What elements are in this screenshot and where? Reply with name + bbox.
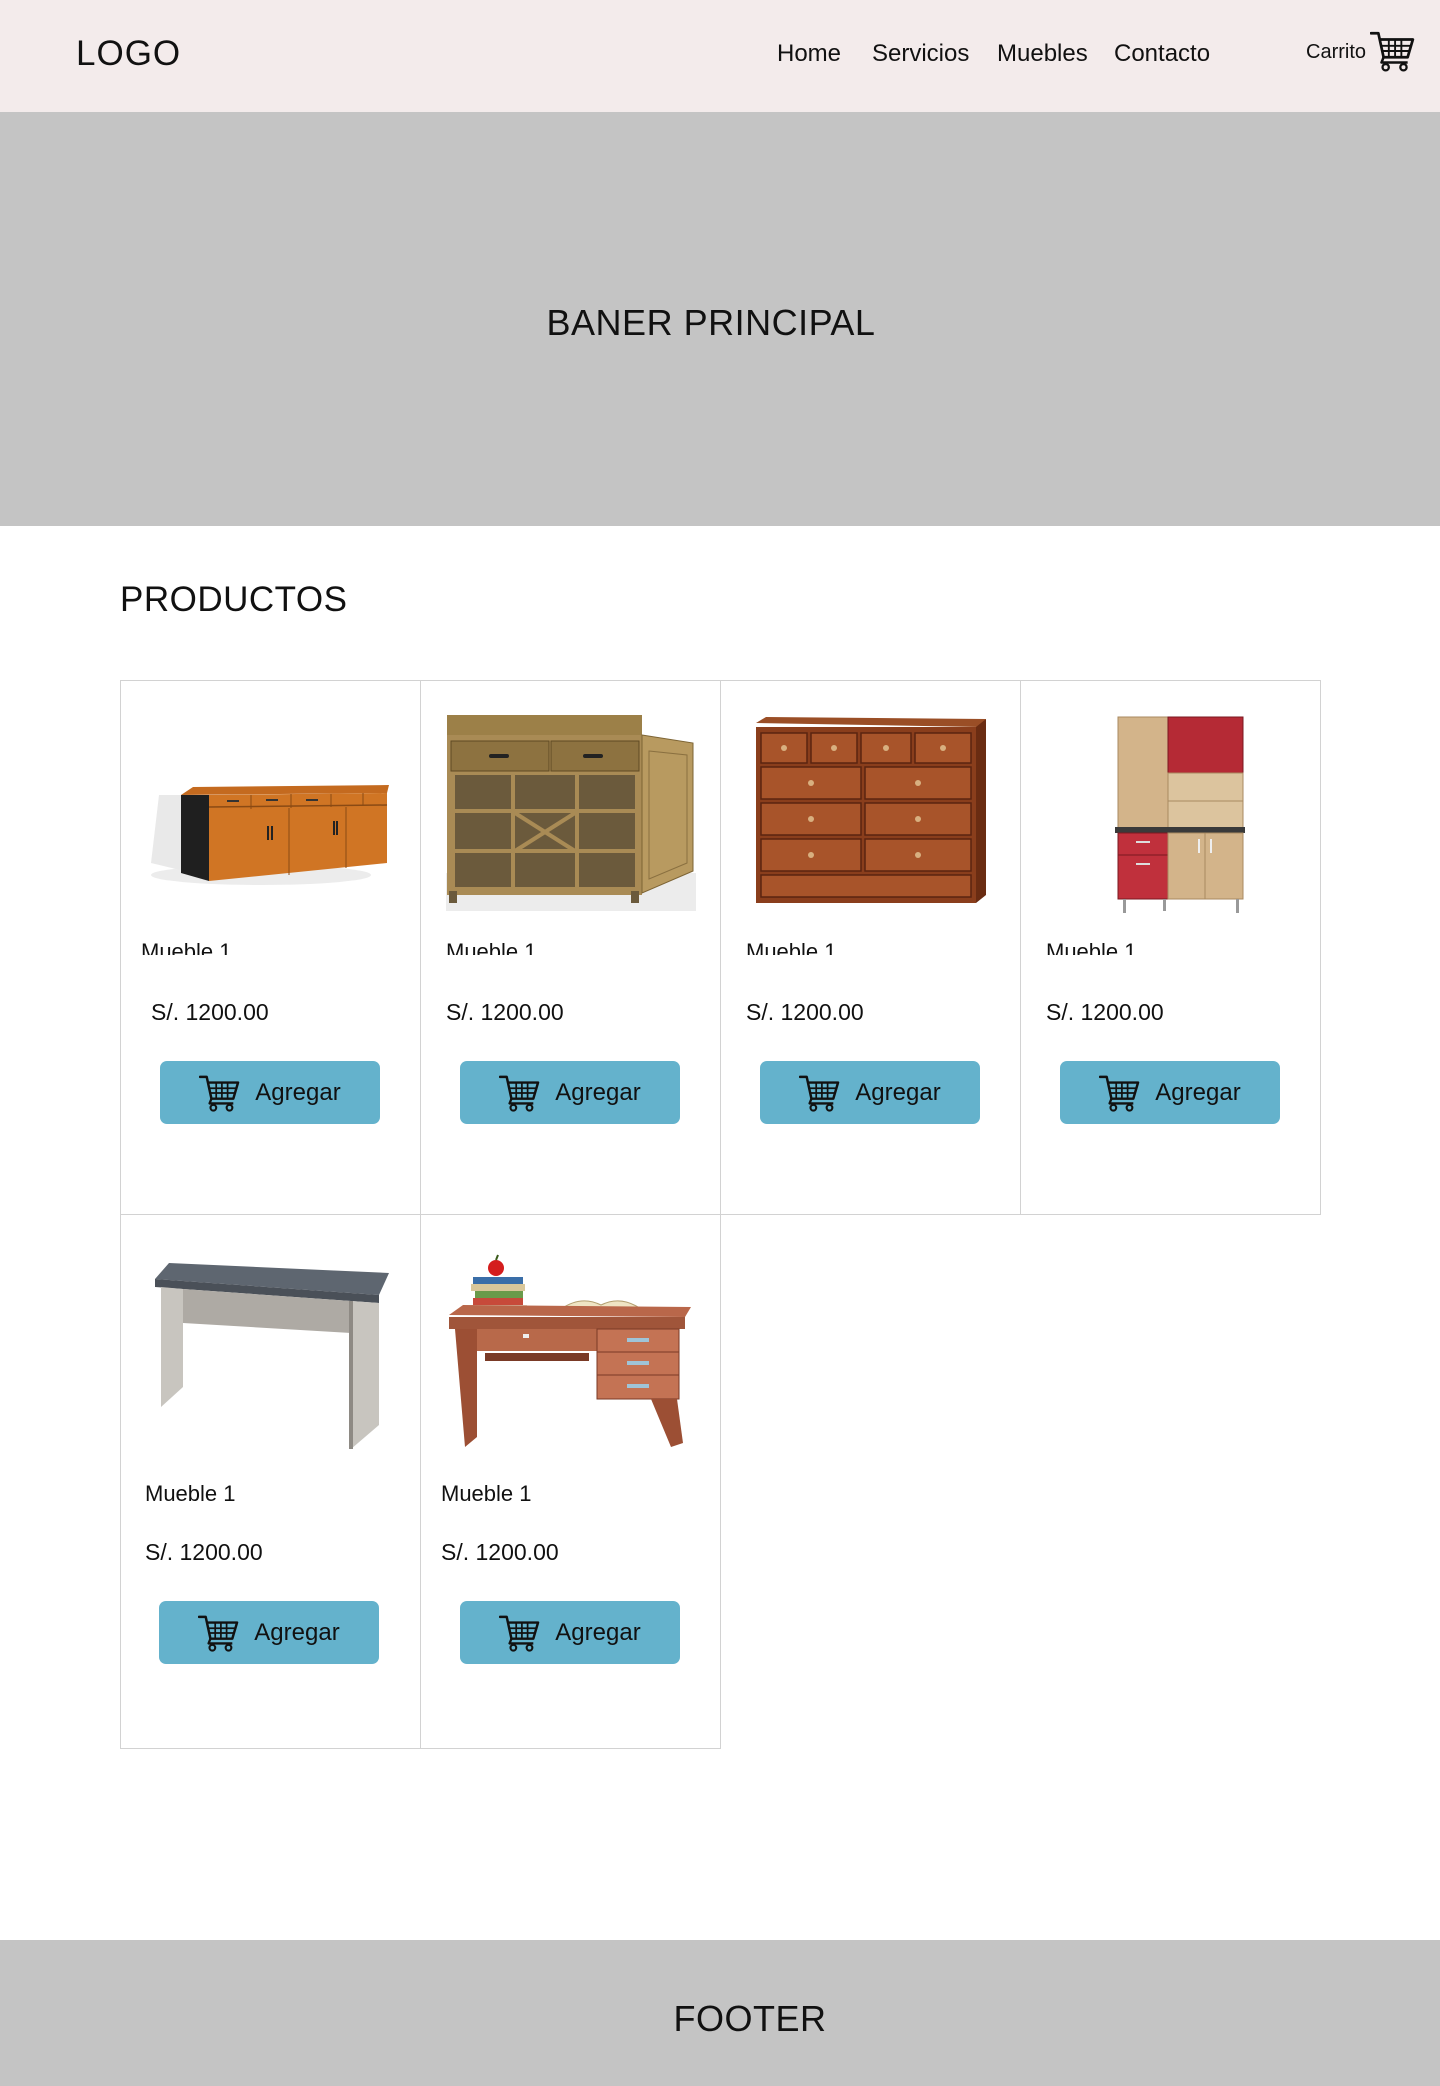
add-button-label: Agregar	[555, 1078, 641, 1106]
product-price: S/. 1200.00	[145, 1539, 263, 1565]
product-card: Mueble 1 S/. 1200.00 Agregar	[420, 1214, 721, 1749]
product-card: Mueble 1 S/. 1200.00 Agregar	[720, 680, 1021, 1215]
add-button-label: Agregar	[254, 1618, 340, 1646]
footer-text: FOOTER	[673, 1998, 827, 2039]
product-price: S/. 1200.00	[441, 1539, 559, 1565]
shopping-cart-icon	[1370, 30, 1416, 72]
shopping-cart-icon	[499, 1614, 541, 1652]
product-name: Mueble 1	[145, 1481, 236, 1506]
add-to-cart-button[interactable]: Agregar	[160, 1061, 380, 1124]
product-card: Mueble 1 S/. 1200.00 Agregar	[1020, 680, 1321, 1215]
product-name: Mueble 1	[441, 1481, 532, 1506]
product-price: S/. 1200.00	[151, 999, 269, 1025]
site-footer: FOOTER	[0, 1940, 1440, 2086]
add-button-label: Agregar	[1155, 1078, 1241, 1106]
nav-link-contacto[interactable]: Contacto	[1114, 40, 1210, 68]
shopping-cart-icon	[199, 1074, 241, 1112]
shopping-cart-icon	[198, 1614, 240, 1652]
nav-link-muebles[interactable]: Muebles	[997, 40, 1088, 68]
site-header: LOGO Home Servicios Muebles Contacto Car…	[0, 0, 1440, 112]
add-to-cart-button[interactable]: Agregar	[760, 1061, 980, 1124]
shopping-cart-icon	[499, 1074, 541, 1112]
site-logo[interactable]: LOGO	[76, 34, 181, 74]
product-name: Mueble 1	[746, 939, 837, 955]
shopping-cart-icon	[799, 1074, 841, 1112]
add-button-label: Agregar	[255, 1078, 341, 1106]
nav-link-servicios[interactable]: Servicios	[872, 40, 969, 68]
product-image-sideboard[interactable]	[141, 703, 399, 921]
main-banner: BANER PRINCIPAL	[0, 112, 1440, 526]
banner-text: BANER PRINCIPAL	[546, 302, 876, 343]
cart-link[interactable]: Carrito	[1306, 30, 1416, 72]
product-price: S/. 1200.00	[1046, 999, 1164, 1025]
products-section-title: PRODUCTOS	[120, 580, 348, 619]
add-to-cart-button[interactable]: Agregar	[159, 1601, 379, 1664]
shopping-cart-icon	[1099, 1074, 1141, 1112]
add-button-label: Agregar	[555, 1618, 641, 1646]
nav-link-home[interactable]: Home	[777, 40, 841, 68]
product-card: Mueble 1 S/. 1200.00 Agregar	[420, 680, 721, 1215]
add-to-cart-button[interactable]: Agregar	[460, 1601, 680, 1664]
product-name: Mueble 1	[1046, 939, 1137, 955]
product-image-grey-desk[interactable]	[141, 1237, 399, 1455]
product-name: Mueble 1	[446, 939, 537, 955]
add-to-cart-button[interactable]: Agregar	[460, 1061, 680, 1124]
product-image-wood-desk-with-books[interactable]	[441, 1237, 699, 1455]
product-image-wine-cabinet[interactable]	[441, 703, 699, 921]
product-image-kitchen-cupboard[interactable]	[1041, 703, 1299, 921]
product-card: Mueble 1 S/. 1200.00 Agregar	[120, 1214, 421, 1749]
product-name: Mueble 1	[141, 939, 232, 955]
product-card: Mueble 1 S/. 1200.00 Agregar	[120, 680, 421, 1215]
product-price: S/. 1200.00	[446, 999, 564, 1025]
cart-label: Carrito	[1306, 40, 1367, 63]
product-image-chest-of-drawers[interactable]	[741, 703, 999, 921]
add-to-cart-button[interactable]: Agregar	[1060, 1061, 1280, 1124]
product-price: S/. 1200.00	[746, 999, 864, 1025]
add-button-label: Agregar	[855, 1078, 941, 1106]
